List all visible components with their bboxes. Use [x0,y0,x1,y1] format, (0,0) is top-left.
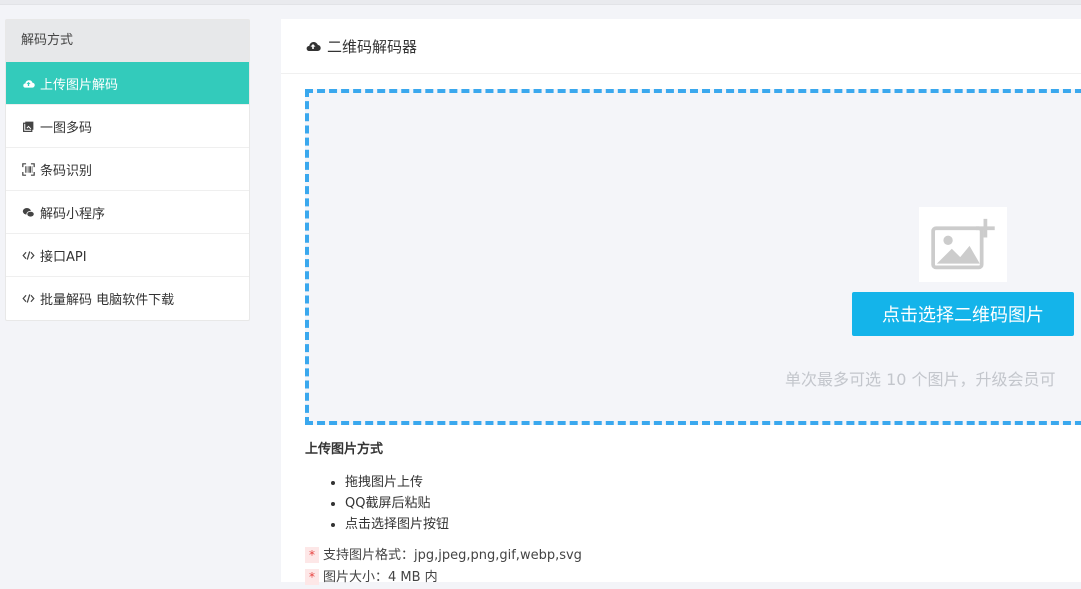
required-star: * [305,569,319,585]
sidebar-item-label: 解码小程序 [40,206,106,222]
size-text: 图片大小：4 MB 内 [323,570,438,585]
sidebar-item-label: 接口API [40,249,87,265]
choose-qrcode-image-button[interactable]: 点击选择二维码图片 [852,292,1074,336]
sidebar-item-mini-program[interactable]: 解码小程序 [6,191,249,234]
image-dropzone[interactable]: 点击选择二维码图片 单次最多可选 10 个图片，升级会员可 [305,89,1081,425]
top-bar [0,0,1081,5]
sidebar-item-label: 批量解码 电脑软件下载 [40,293,175,308]
formats-note: * 支持图片格式：jpg,jpeg,png,gif,webp,svg [305,545,582,567]
upload-limit-hint: 单次最多可选 10 个图片，升级会员可 [785,370,1056,389]
sidebar-heading: 解码方式 [6,20,249,62]
panel-title: 二维码解码器 [327,37,418,56]
upload-methods-list: 拖拽图片上传 QQ截屏后粘贴 点击选择图片按钮 [345,472,449,535]
images-icon [21,119,35,133]
panel-header: 二维码解码器 [281,19,1081,74]
upload-notes: * 支持图片格式：jpg,jpeg,png,gif,webp,svg * 图片大小：… [305,545,582,589]
cloud-upload-icon [305,38,321,54]
sidebar-item-barcode[interactable]: 条码识别 [6,148,249,191]
wechat-icon [21,205,35,219]
sidebar-item-upload-decode[interactable]: 上传图片解码 [6,62,249,105]
barcode-scan-icon [21,162,35,176]
sidebar-item-batch-download[interactable]: 批量解码 电脑软件下载 [6,277,249,320]
code-icon [21,292,35,306]
decoder-panel: 二维码解码器 点击选择二维码图片 单次最多可选 10 个图片，升级会员可 上传图… [281,19,1081,585]
list-item: 拖拽图片上传 [345,472,449,493]
image-add-icon[interactable] [919,207,1007,282]
list-item: 点击选择图片按钮 [345,514,449,535]
upload-methods-title: 上传图片方式 [305,442,384,457]
size-note: * 图片大小：4 MB 内 [305,567,582,589]
sidebar-item-multi-code[interactable]: 一图多码 [6,105,249,148]
sidebar-item-api[interactable]: 接口API [6,234,249,277]
list-item: QQ截屏后粘贴 [345,493,449,514]
sidebar-item-label: 上传图片解码 [40,77,119,93]
formats-text: 支持图片格式：jpg,jpeg,png,gif,webp,svg [323,548,582,563]
sidebar: 解码方式 上传图片解码 一图多码 条码识别 解码小程序 接口API 批量解码 电… [5,19,250,321]
required-star: * [305,547,319,563]
code-icon [21,248,35,262]
cloud-upload-icon [21,76,35,90]
sidebar-item-label: 条码识别 [40,163,93,179]
sidebar-item-label: 一图多码 [40,120,93,136]
